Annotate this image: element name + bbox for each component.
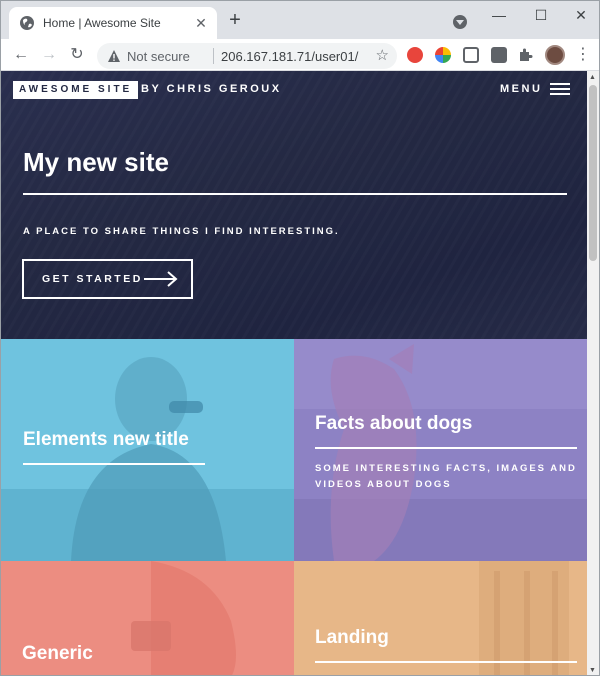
globe-icon <box>20 16 34 30</box>
b-extension-icon[interactable] <box>463 47 479 63</box>
tile-title: Facts about dogs <box>315 413 473 434</box>
tile-divider <box>315 447 577 449</box>
address-bar[interactable]: Not secure 206.167.181.71/user01/ ☆ <box>97 43 397 69</box>
profile-avatar[interactable] <box>545 45 565 65</box>
bookmark-star-icon[interactable]: ☆ <box>376 46 389 64</box>
site-banner: AWESOME SITE BY CHRIS GEROUX MENU My new… <box>1 71 587 339</box>
tab-search-icon[interactable] <box>453 15 467 29</box>
new-tab-button[interactable]: + <box>225 10 245 31</box>
maximize-button[interactable]: ☐ <box>527 5 555 25</box>
warning-icon <box>108 50 120 62</box>
tile-title: Elements new title <box>23 429 189 450</box>
tile-elements[interactable]: Elements new title <box>1 339 294 561</box>
color-extension-icon[interactable] <box>435 47 451 63</box>
scroll-down-icon[interactable]: ▼ <box>589 667 596 674</box>
tile-photo-building <box>294 561 587 675</box>
tile-description: SOME INTERESTING FACTS, IMAGES AND VIDEO… <box>315 463 577 490</box>
puzzle-extensions-icon[interactable] <box>517 47 533 63</box>
hamburger-icon[interactable] <box>550 83 570 95</box>
tile-divider <box>315 661 577 663</box>
opera-extension-icon[interactable] <box>407 47 423 63</box>
title-divider <box>23 193 567 195</box>
minimize-button[interactable]: — <box>485 5 513 25</box>
tile-title: Generic <box>22 643 93 664</box>
tab-title: Home | Awesome Site <box>43 16 161 30</box>
page-title: My new site <box>23 147 169 177</box>
browser-toolbar: ← → ↻ Not secure 206.167.181.71/user01/ … <box>1 39 599 71</box>
tab-home[interactable]: Home | Awesome Site ✕ <box>9 7 217 39</box>
browser-window: Home | Awesome Site ✕ + — ☐ ✕ ← → ↻ Not … <box>0 0 600 676</box>
scrollbar-thumb[interactable] <box>589 85 597 261</box>
logo-name: AWESOME SITE <box>15 83 137 97</box>
grid-extension-icon[interactable] <box>491 47 507 63</box>
menu-link[interactable]: MENU <box>500 83 542 95</box>
url-text[interactable]: 206.167.181.71/user01/ <box>221 49 358 64</box>
tile-photo-dog <box>294 339 587 561</box>
close-window-button[interactable]: ✕ <box>567 5 595 25</box>
tile-dogs[interactable]: Facts about dogs SOME INTERESTING FACTS,… <box>294 339 587 561</box>
tile-title: Landing <box>315 627 389 648</box>
tile-generic[interactable]: Generic <box>1 561 294 675</box>
page-viewport: AWESOME SITE BY CHRIS GEROUX MENU My new… <box>1 71 587 675</box>
logo-author: BY CHRIS GEROUX <box>141 83 282 95</box>
scroll-up-icon[interactable]: ▲ <box>589 74 596 81</box>
site-logo[interactable]: AWESOME SITE <box>13 81 139 99</box>
security-label[interactable]: Not secure <box>127 49 190 64</box>
tile-divider <box>23 463 205 465</box>
get-started-button[interactable]: GET STARTED <box>22 259 193 299</box>
tab-strip: Home | Awesome Site ✕ + — ☐ ✕ <box>1 1 599 39</box>
tab-close-icon[interactable]: ✕ <box>193 15 209 31</box>
reload-button[interactable]: ↻ <box>65 43 89 67</box>
arrow-right-icon <box>144 271 178 287</box>
site-tagline: A PLACE TO SHARE THINGS I FIND INTERESTI… <box>23 226 340 237</box>
get-started-label: GET STARTED <box>42 273 143 285</box>
browser-menu-icon[interactable]: ⋮ <box>575 45 591 65</box>
back-button[interactable]: ← <box>9 43 33 67</box>
address-separator <box>213 48 214 64</box>
tile-landing[interactable]: Landing <box>294 561 587 675</box>
page-scrollbar[interactable]: ▲ ▼ <box>587 71 599 675</box>
forward-button[interactable]: → <box>37 43 61 67</box>
